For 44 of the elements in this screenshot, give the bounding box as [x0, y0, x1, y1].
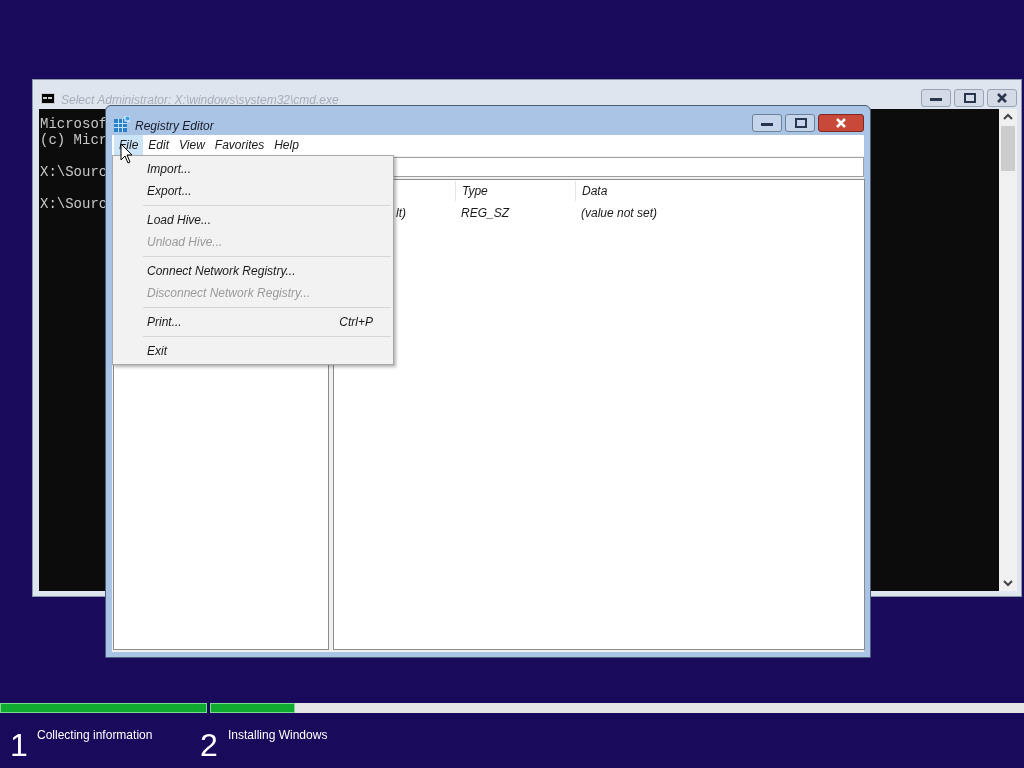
- maximize-button[interactable]: [954, 89, 984, 107]
- console-icon: [41, 93, 55, 104]
- minimize-icon: [761, 123, 773, 126]
- step-number: 1: [10, 726, 28, 765]
- shortcut-text: Ctrl+P: [339, 314, 373, 331]
- minimize-icon: [930, 98, 942, 101]
- step-number: 2: [200, 726, 218, 765]
- scroll-down-icon[interactable]: [1003, 580, 1013, 587]
- minimize-button[interactable]: [752, 114, 782, 132]
- console-line: X:\Sourc: [40, 164, 108, 180]
- column-header[interactable]: Type: [455, 181, 575, 201]
- table-cell-text: lt): [396, 205, 406, 222]
- close-icon: [835, 117, 847, 129]
- close-button[interactable]: [987, 89, 1017, 107]
- registry-icon: [114, 116, 130, 132]
- menu-option[interactable]: Export...: [113, 180, 393, 202]
- menu-option[interactable]: Load Hive...: [113, 209, 393, 231]
- maximize-button[interactable]: [785, 114, 815, 132]
- console-line: Microsof: [40, 116, 108, 132]
- minimize-button[interactable]: [921, 89, 951, 107]
- menu-item[interactable]: Edit: [143, 135, 175, 156]
- menu-option[interactable]: Import...: [113, 158, 393, 180]
- table-cell-text: REG_SZ: [461, 205, 509, 222]
- scrollbar-thumb[interactable]: [1001, 126, 1015, 171]
- window-title: Registry Editor: [135, 118, 214, 135]
- menu-item[interactable]: View: [174, 135, 210, 156]
- scrollbar[interactable]: [999, 109, 1017, 591]
- column-header[interactable]: Data: [575, 181, 695, 201]
- maximize-icon: [964, 93, 976, 103]
- console-line: (c) Micr: [40, 132, 108, 148]
- maximize-icon: [795, 118, 807, 128]
- table-cell-text: (value not set): [581, 205, 658, 222]
- menu-option[interactable]: Connect Network Registry...: [113, 260, 393, 282]
- close-button[interactable]: [818, 114, 864, 132]
- close-icon: [996, 92, 1008, 104]
- step-label: Collecting information: [37, 727, 153, 744]
- menu-option[interactable]: Exit: [113, 340, 393, 362]
- step-label: Installing Windows: [228, 727, 328, 744]
- menu-item[interactable]: Favorites: [209, 135, 270, 156]
- menu-option[interactable]: Print... Ctrl+P: [113, 311, 393, 333]
- menu-item[interactable]: Help: [269, 135, 304, 156]
- window-title: Select Administrator: X:\windows\system32\cmd.exe: [61, 92, 339, 109]
- scroll-up-icon[interactable]: [1003, 113, 1013, 120]
- console-line: X:\Sourc: [40, 196, 108, 212]
